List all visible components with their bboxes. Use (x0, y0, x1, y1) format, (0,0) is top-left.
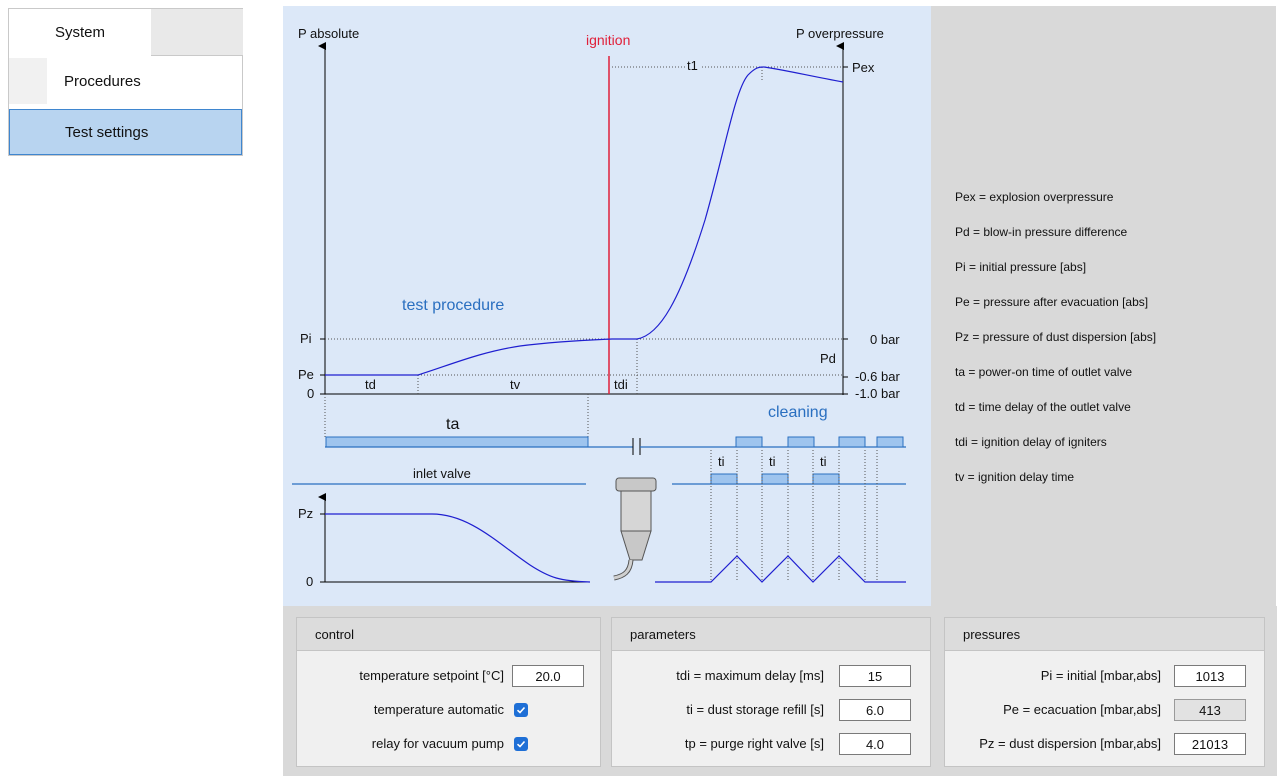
ta-pulse (325, 436, 589, 448)
zero2-label: 0 (306, 574, 314, 589)
pz-curve (325, 513, 591, 583)
legend-item: td = time delay of the outlet valve (955, 400, 1131, 414)
pe-label: Pe = ecacuation [mbar,abs] (1003, 702, 1161, 717)
ta-label: ta (446, 416, 460, 433)
relay-label: relay for vacuum pump (371, 736, 504, 751)
legend-item: Pi = initial pressure [abs] (955, 260, 1087, 274)
left-axis-label: P absolute (298, 26, 360, 41)
pressures-title: pressures (945, 618, 1264, 651)
t1-label: t1 (685, 58, 700, 73)
temp-auto-checkbox[interactable] (514, 703, 528, 717)
tp-label: tp = purge right valve [s] (684, 736, 824, 751)
minus06-label: -0.6 bar (855, 369, 900, 384)
zero-label: 0 (307, 386, 315, 401)
ti-input[interactable]: 6.0 (839, 699, 911, 721)
temp-auto-label: temperature automatic (373, 702, 504, 717)
tp-input[interactable]: 4.0 (839, 733, 911, 755)
parameters-group: parameters tdi = maximum delay [ms] 15 t… (611, 617, 931, 767)
right-axis-label: P overpressure (796, 26, 884, 41)
pd-label: Pd (820, 351, 836, 366)
tdi-label: tdi = maximum delay [ms] (676, 668, 824, 683)
temp-setpoint-label: temperature setpoint [°C] (359, 668, 504, 683)
check-icon (516, 740, 526, 748)
control-title: control (297, 618, 600, 651)
relay-checkbox[interactable] (514, 737, 528, 751)
pi-label: Pi (300, 331, 312, 346)
pi-input[interactable]: 1013 (1174, 665, 1246, 687)
ignition-label: ignition (586, 32, 631, 48)
pz-input[interactable]: 21013 (1174, 733, 1246, 755)
pex-label: Pex (852, 60, 875, 75)
zero-bar-label: 0 bar (870, 332, 900, 347)
control-group: control temperature setpoint [°C] 20.0 t… (296, 617, 601, 767)
ti-label-1: ti (718, 454, 725, 469)
pressures-group: pressures Pi = initial [mbar,abs] 1013 P… (944, 617, 1265, 767)
legend-item: Pz = pressure of dust dispersion [abs] (955, 330, 1157, 344)
inlet-valve-label: inlet valve (413, 466, 471, 481)
pe-readonly-field: 413 (1174, 699, 1246, 721)
temp-setpoint-input[interactable]: 20.0 (512, 665, 584, 687)
dust-container-icon (613, 477, 657, 581)
pe-label: Pe (298, 367, 314, 382)
pz-label: Pz (298, 506, 314, 521)
cleaning-label: cleaning (768, 404, 828, 421)
legend-item: tv = ignition delay time (955, 470, 1075, 484)
test-procedure-label: test procedure (402, 297, 505, 314)
pi-label: Pi = initial [mbar,abs] (1040, 668, 1161, 683)
minus10-label: -1.0 bar (855, 386, 900, 401)
pressure-curve (325, 66, 844, 376)
tv-label: tv (510, 377, 521, 392)
legend-item: Pex = explosion overpressure (955, 190, 1114, 204)
legend-item: ta = power-on time of outlet valve (955, 365, 1133, 379)
ti-label: ti = dust storage refill [s] (686, 702, 824, 717)
pz-label: Pz = dust dispersion [mbar,abs] (979, 736, 1161, 751)
ti-label-3: ti (820, 454, 827, 469)
legend-item: tdi = ignition delay of igniters (955, 435, 1107, 449)
td-label: td (365, 377, 376, 392)
check-icon (516, 706, 526, 714)
cleaning-wave (655, 555, 906, 583)
ti-label-2: ti (769, 454, 776, 469)
legend-item: Pe = pressure after evacuation [abs] (955, 295, 1149, 309)
parameters-title: parameters (612, 618, 930, 651)
tdi-input[interactable]: 15 (839, 665, 911, 687)
tdi-label: tdi (614, 377, 628, 392)
legend-item: Pd = blow-in pressure difference (955, 225, 1128, 239)
